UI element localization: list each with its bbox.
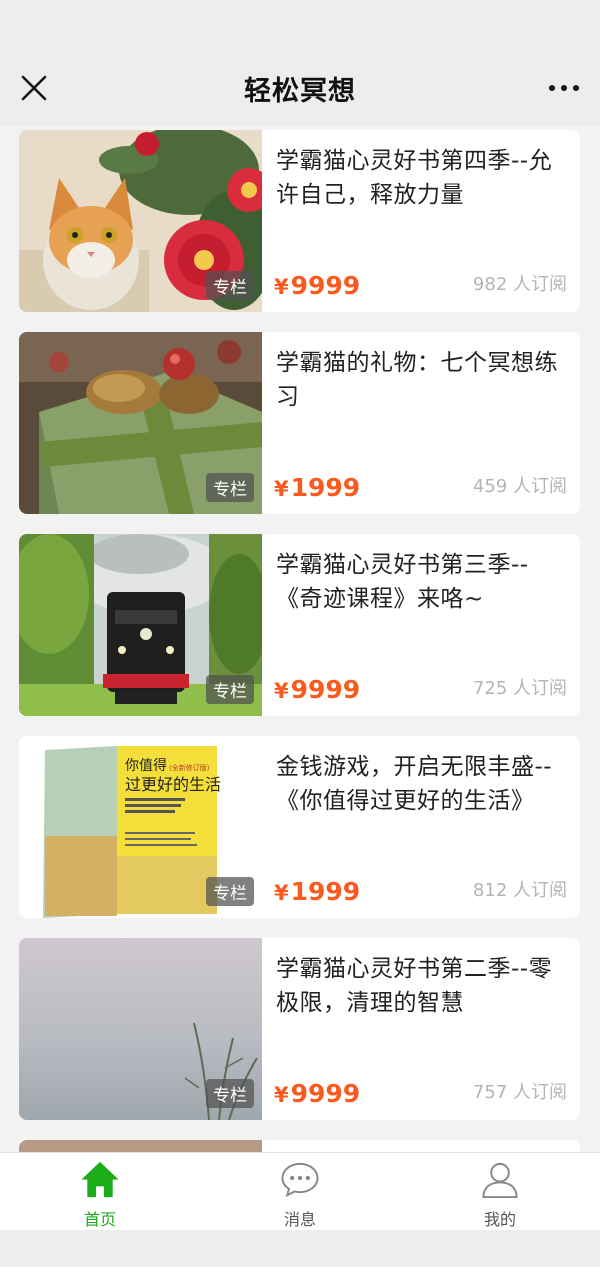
course-title: 金钱游戏，开启无限丰盛--《你值得过更好的生活》 [276, 754, 553, 814]
chat-icon [281, 1162, 319, 1197]
course-list[interactable]: 专栏 学霸猫心灵好书第四季--允许自己，释放力量 ¥9999 982 人订阅 专… [0, 126, 600, 1152]
currency-symbol: ¥ [274, 275, 289, 299]
currency-symbol: ¥ [274, 477, 289, 501]
course-price: ¥1999 [274, 473, 360, 502]
user-icon [482, 1162, 518, 1199]
tab-profile-label: 我的 [483, 1210, 516, 1229]
price-value: 1999 [290, 473, 361, 502]
book-badge: (全新修订版) [169, 763, 210, 772]
course-title: 学霸猫心灵好书第四季--允许自己，释放力量 [276, 148, 553, 208]
currency-symbol: ¥ [274, 881, 289, 905]
course-thumbnail: 专栏 [19, 938, 262, 1120]
column-tag: 专栏 [206, 271, 254, 300]
course-price: ¥9999 [274, 675, 360, 704]
course-thumbnail: 专栏 [19, 534, 262, 716]
column-tag: 专栏 [206, 1079, 254, 1108]
subscriber-count: 459 人订阅 [472, 476, 567, 497]
course-info: 学霸猫的礼物：七个冥想练习 ¥1999 459 人订阅 [262, 332, 580, 514]
price-value: 9999 [290, 271, 361, 300]
course-info: 学霸猫心灵好书第二季--零极限，清理的智慧 ¥9999 757 人订阅 [262, 938, 580, 1120]
course-card[interactable]: 专栏 学霸猫心灵好书第四季--允许自己，释放力量 ¥9999 982 人订阅 [19, 130, 580, 312]
bottom-tab-bar: 首页 消息 我的 [0, 1152, 600, 1230]
more-icon[interactable] [546, 74, 582, 102]
subscriber-count: 812 人订阅 [472, 880, 567, 901]
course-info: 金钱游戏，开启无限丰盛--《你值得过更好的生活》 ¥1999 812 人订阅 [262, 736, 580, 918]
column-tag: 专栏 [206, 675, 254, 704]
course-thumbnail [19, 1140, 262, 1152]
subscriber-count: 757 人订阅 [472, 1082, 567, 1103]
tab-messages-label: 消息 [283, 1210, 316, 1229]
course-info: 学霸猫心灵好书第四季--允许自己，释放力量 ¥9999 982 人订阅 [262, 130, 580, 312]
book-title-line2: 过更好的生活 [125, 775, 221, 794]
course-title: 学霸猫心灵好书第三季--《奇迹课程》来咯~ [276, 552, 529, 612]
course-thumbnail: 专栏 [19, 332, 262, 514]
tab-messages[interactable]: 消息 [200, 1153, 400, 1230]
course-price: ¥9999 [274, 271, 360, 300]
status-bar-area [0, 0, 600, 50]
page-title: 轻松冥想 [244, 75, 356, 107]
subscriber-count: 982 人订阅 [472, 274, 567, 295]
course-title: 学霸猫的礼物：七个冥想练习 [276, 350, 558, 410]
book-title-line1: 你值得 [125, 757, 167, 774]
home-icon [81, 1161, 119, 1198]
course-card-partial[interactable] [19, 1140, 580, 1152]
course-card[interactable]: 专栏 学霸猫心灵好书第二季--零极限，清理的智慧 ¥9999 757 人订阅 [19, 938, 580, 1120]
close-icon[interactable] [20, 74, 48, 102]
top-navigation-bar: 轻松冥想 [0, 50, 600, 126]
bottom-system-bar [0, 1230, 600, 1267]
course-thumbnail: 专栏 [19, 130, 262, 312]
column-tag: 专栏 [206, 877, 254, 906]
tab-profile[interactable]: 我的 [400, 1153, 600, 1230]
course-thumbnail: 你值得 (全新修订版) 过更好的生活 专栏 [19, 736, 262, 918]
price-value: 9999 [290, 1079, 361, 1108]
course-card[interactable]: 专栏 学霸猫心灵好书第三季--《奇迹课程》来咯~ ¥9999 725 人订阅 [19, 534, 580, 716]
price-value: 9999 [290, 675, 361, 704]
currency-symbol: ¥ [274, 679, 289, 703]
tab-home-label: 首页 [83, 1210, 116, 1229]
course-info: 学霸猫心灵好书第三季--《奇迹课程》来咯~ ¥9999 725 人订阅 [262, 534, 580, 716]
course-price: ¥1999 [274, 877, 360, 906]
price-value: 1999 [290, 877, 361, 906]
column-tag: 专栏 [206, 473, 254, 502]
tab-home[interactable]: 首页 [0, 1153, 200, 1230]
course-card[interactable]: 你值得 (全新修订版) 过更好的生活 专栏 金钱游戏，开启无限丰盛--《你值得过… [19, 736, 580, 918]
course-title: 学霸猫心灵好书第二季--零极限，清理的智慧 [276, 956, 553, 1016]
course-price: ¥9999 [274, 1079, 360, 1108]
currency-symbol: ¥ [274, 1083, 289, 1107]
course-card[interactable]: 专栏 学霸猫的礼物：七个冥想练习 ¥1999 459 人订阅 [19, 332, 580, 514]
subscriber-count: 725 人订阅 [472, 678, 567, 699]
